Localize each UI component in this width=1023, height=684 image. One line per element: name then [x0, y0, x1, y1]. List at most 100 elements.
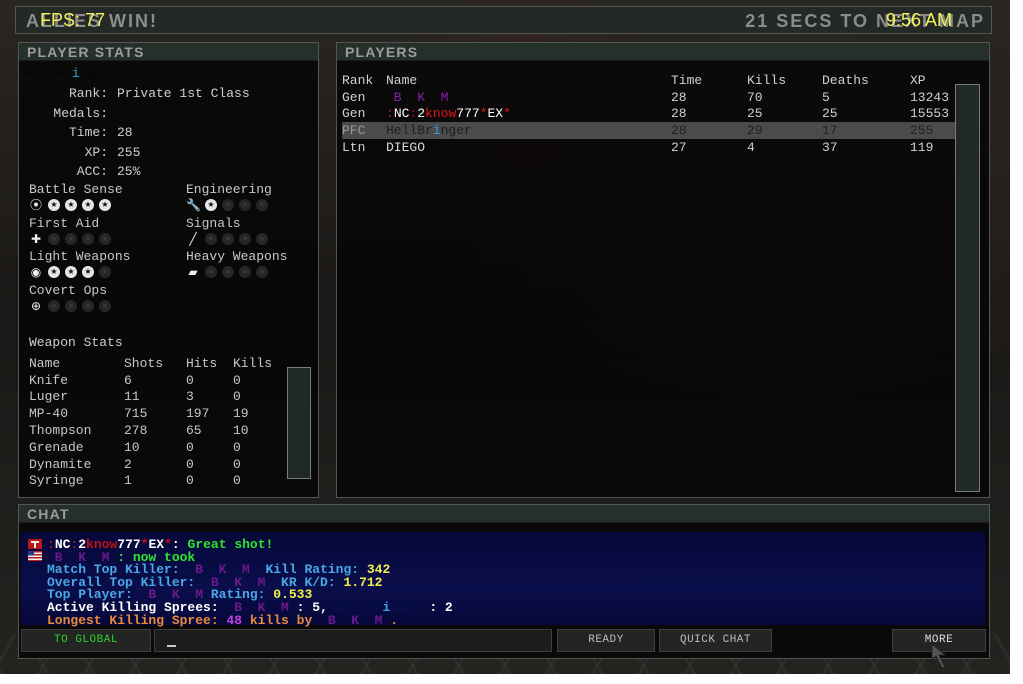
player-name-part: B K M	[386, 89, 449, 105]
column-header: Time	[671, 72, 703, 88]
skill-star-empty-icon: ★	[82, 232, 94, 245]
player-row[interactable]: Gen:NC:2know777*EX* 28 25 25 15553	[342, 106, 955, 123]
weapon-stat-cell: MP-40	[29, 406, 69, 422]
skill-level-row: ✚ ★ ★ ★ ★	[29, 232, 111, 246]
weapon-stats-row: Thompson 278 65 10	[29, 422, 273, 439]
skill-star-empty-icon: ★	[99, 232, 111, 245]
player-row[interactable]: Ltn DIEGO 27 4 37 119	[342, 139, 955, 156]
allies-flag-icon	[28, 551, 42, 561]
radio-signal-icon: ⦿	[29, 198, 42, 212]
medic-cross-icon: ✚	[30, 231, 42, 246]
pistol-icon: ◉	[30, 265, 42, 279]
player-xp: 119	[910, 140, 934, 156]
mouse-cursor-icon	[931, 642, 947, 669]
player-name-part: 777	[456, 106, 480, 122]
weapon-stat-cell: 6	[124, 372, 132, 388]
player-name-part: EX	[487, 106, 504, 122]
chat-message-part: B K M	[320, 612, 391, 628]
flare-icon: ╱	[189, 231, 197, 246]
column-header: Deaths	[822, 72, 869, 88]
rank-label: Rank:	[68, 86, 108, 101]
player-name: B K M	[386, 89, 671, 106]
column-header: Kills	[233, 355, 273, 371]
weapon-stat-cell: 0	[233, 372, 241, 388]
chat-message-part: 1.712	[343, 574, 383, 590]
weapon-stat-cell: 197	[186, 406, 210, 422]
column-header: XP	[910, 72, 926, 88]
player-deaths: 17	[822, 122, 910, 140]
skill-label: Signals	[186, 215, 241, 231]
skill-star-empty-icon: ★	[256, 199, 268, 211]
player-name-part: nger	[440, 123, 472, 139]
fps-label: FPS:	[40, 10, 81, 30]
player-row[interactable]: PFC HellBringer 28 29 17 255	[342, 122, 955, 140]
skill-label: Battle Sense	[29, 182, 123, 197]
xp-value: 255	[117, 145, 141, 160]
weapon-stats-row: Knife 6 0 0	[29, 372, 273, 389]
weapon-stats-table: Name Shots Hits Kills Knife 6 0 0 Luger 11 3 0 MP-40…	[29, 355, 273, 489]
weapon-stat-cell: 0	[186, 439, 194, 455]
weapon-stat-cell: 0	[233, 456, 241, 472]
skill-star-empty-icon: ★	[82, 299, 94, 312]
weapon-stat-cell: 0	[233, 473, 241, 489]
chat-input[interactable]	[154, 629, 552, 652]
weapon-stats-row: Grenade 10 0 0	[29, 439, 273, 456]
player-time: 28	[671, 122, 747, 140]
chat-log: :NC:2know777*EX*: Great shot! B K M : no…	[21, 532, 985, 628]
weapon-stat-cell: 10	[233, 423, 249, 439]
skill-star-earned-icon: ★	[82, 199, 94, 211]
skill-star-earned-icon: ★	[65, 199, 77, 211]
player-rank: Ltn	[342, 140, 366, 156]
column-header: Hits	[186, 355, 218, 371]
chat-message-part: Great shot!	[187, 537, 274, 552]
quick-chat-button[interactable]: QUICK CHAT	[659, 629, 772, 652]
player-kills: 29	[747, 122, 822, 140]
rank-value: Private 1st Class	[117, 86, 250, 101]
ready-button[interactable]: READY	[557, 629, 655, 652]
to-global-button[interactable]: TO GLOBAL	[21, 629, 151, 652]
weapon-stat-cell: 278	[124, 423, 148, 439]
skill-star-empty-icon: ★	[48, 232, 60, 245]
weapon-stat-cell: Dynamite	[29, 456, 92, 472]
weapon-stat-cell: 19	[233, 406, 249, 422]
weapon-stat-cell: 0	[233, 389, 241, 405]
wrench-icon: 🔧	[186, 198, 201, 212]
players-title: PLAYERS	[337, 43, 989, 61]
skill-star-earned-icon: ★	[99, 199, 111, 211]
skill-star-empty-icon: ★	[65, 232, 77, 245]
player-kills: 70	[747, 89, 763, 105]
skill-star-empty-icon: ★	[99, 299, 111, 312]
xp-label: XP:	[84, 145, 108, 160]
player-kills: 25	[747, 106, 763, 122]
weapon-stats-scrollbar[interactable]	[287, 367, 311, 479]
time-label: Time:	[68, 125, 108, 140]
weapon-stat-cell: 0	[233, 439, 241, 455]
skill-star-empty-icon: ★	[222, 266, 234, 278]
player-time: 27	[671, 140, 687, 156]
player-row[interactable]: Gen B K M 28 70 5 13243	[342, 89, 955, 106]
skill-label: First Aid	[29, 215, 100, 231]
skill-label: Engineering	[186, 182, 272, 197]
skill-level-row: ◉ ★ ★ ★ ★	[29, 265, 111, 279]
player-time: 28	[671, 106, 687, 122]
skill-level-row: ⊕ ★ ★ ★ ★	[29, 299, 111, 313]
time-value: 28	[117, 125, 133, 140]
weapon-stat-cell: Knife	[29, 372, 69, 388]
player-rank: PFC	[342, 122, 386, 140]
player-name: DIEGO	[386, 139, 671, 156]
player-name: HellBringer	[25, 66, 111, 81]
column-header: Name	[29, 355, 61, 371]
text-cursor	[167, 645, 176, 647]
axis-flag-icon	[28, 539, 42, 549]
weapon-stats-row: Syringe 1 0 0	[29, 473, 273, 490]
players-scrollbar[interactable]	[955, 84, 980, 492]
weapon-stat-cell: 11	[124, 389, 140, 405]
player-name-part: i	[432, 123, 441, 139]
weapon-stat-cell: 0	[186, 372, 194, 388]
header-bar: ALLIES WIN! 21 SECS TO NEXT MAP	[15, 6, 992, 34]
weapon-stat-cell: Grenade	[29, 439, 84, 455]
player-name-part: DIEGO	[386, 140, 426, 156]
skill-star-empty-icon: ★	[48, 299, 60, 312]
chat-message-part: : 2	[421, 600, 453, 615]
weapon-stat-cell: 0	[186, 456, 194, 472]
